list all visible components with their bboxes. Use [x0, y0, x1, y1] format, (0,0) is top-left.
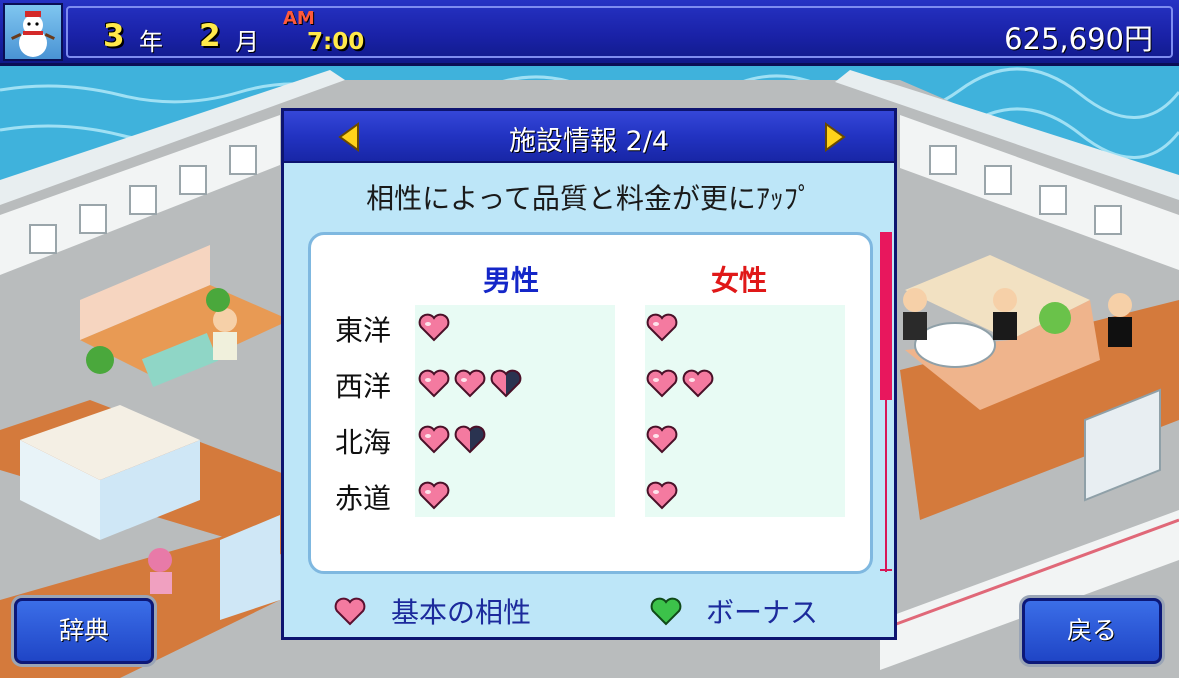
- heart-icon: [418, 425, 450, 454]
- half-heart-icon: [490, 369, 522, 398]
- male-hearts: [418, 369, 522, 399]
- row-label: 西洋: [335, 370, 392, 403]
- heart-icon: [646, 481, 678, 510]
- year-value: 3: [103, 18, 125, 54]
- male-hearts: [418, 313, 450, 343]
- facility-info-dialog: 施設情報 2/4 相性によって品質と料金が更にｱｯﾌﾟ 男性 女性 東洋西洋北海…: [281, 108, 897, 640]
- row-label: 赤道: [335, 482, 392, 515]
- legend: 基本の相性 ボーナス: [284, 591, 894, 635]
- heart-icon: [418, 369, 450, 398]
- half-heart-icon: [454, 425, 486, 454]
- dialog-title: 施設情報 2/4: [508, 126, 670, 157]
- am-pm-indicator: AM: [283, 8, 315, 29]
- status-bar: 3 年 2 月 AM 7:00 625,690円: [0, 0, 1179, 66]
- female-hearts: [646, 313, 678, 343]
- bonus-heart-icon: [650, 597, 682, 626]
- character-sprite: [213, 308, 237, 360]
- female-hearts: [646, 369, 714, 399]
- dictionary-button[interactable]: 辞典: [14, 598, 154, 664]
- row-label: 北海: [335, 426, 392, 459]
- snowman-season-icon: [3, 3, 63, 61]
- male-hearts: [418, 425, 486, 455]
- heart-icon: [418, 313, 450, 342]
- female-hearts: [646, 481, 678, 511]
- base-heart-icon: [334, 597, 366, 626]
- year-unit: 年: [139, 28, 163, 56]
- scrollbar[interactable]: [879, 232, 893, 572]
- heart-icon: [646, 369, 678, 398]
- legend-bonus-label: ボーナス: [706, 596, 819, 629]
- dialog-subtitle: 相性によって品質と料金が更にｱｯﾌﾟ: [366, 182, 812, 215]
- clock-time: 7:00: [307, 29, 365, 55]
- row-label: 東洋: [335, 314, 392, 347]
- next-page-arrow-icon[interactable]: [822, 122, 848, 152]
- scrollbar-thumb[interactable]: [880, 232, 892, 400]
- heart-icon: [646, 313, 678, 342]
- male-column-header: 男性: [483, 264, 540, 297]
- male-hearts: [418, 481, 450, 511]
- female-hearts: [646, 425, 678, 455]
- heart-icon: [682, 369, 714, 398]
- heart-icon: [454, 369, 486, 398]
- dialog-header: 施設情報 2/4: [284, 111, 894, 163]
- heart-icon: [646, 425, 678, 454]
- female-column-header: 女性: [711, 264, 768, 297]
- month-value: 2: [199, 18, 221, 54]
- month-unit: 月: [235, 28, 259, 56]
- back-button[interactable]: 戻る: [1022, 598, 1162, 664]
- affinity-table-panel: 男性 女性 東洋西洋北海赤道: [308, 232, 873, 574]
- heart-icon: [418, 481, 450, 510]
- money-display: 625,690円: [1004, 22, 1153, 56]
- legend-base-label: 基本の相性: [391, 596, 532, 629]
